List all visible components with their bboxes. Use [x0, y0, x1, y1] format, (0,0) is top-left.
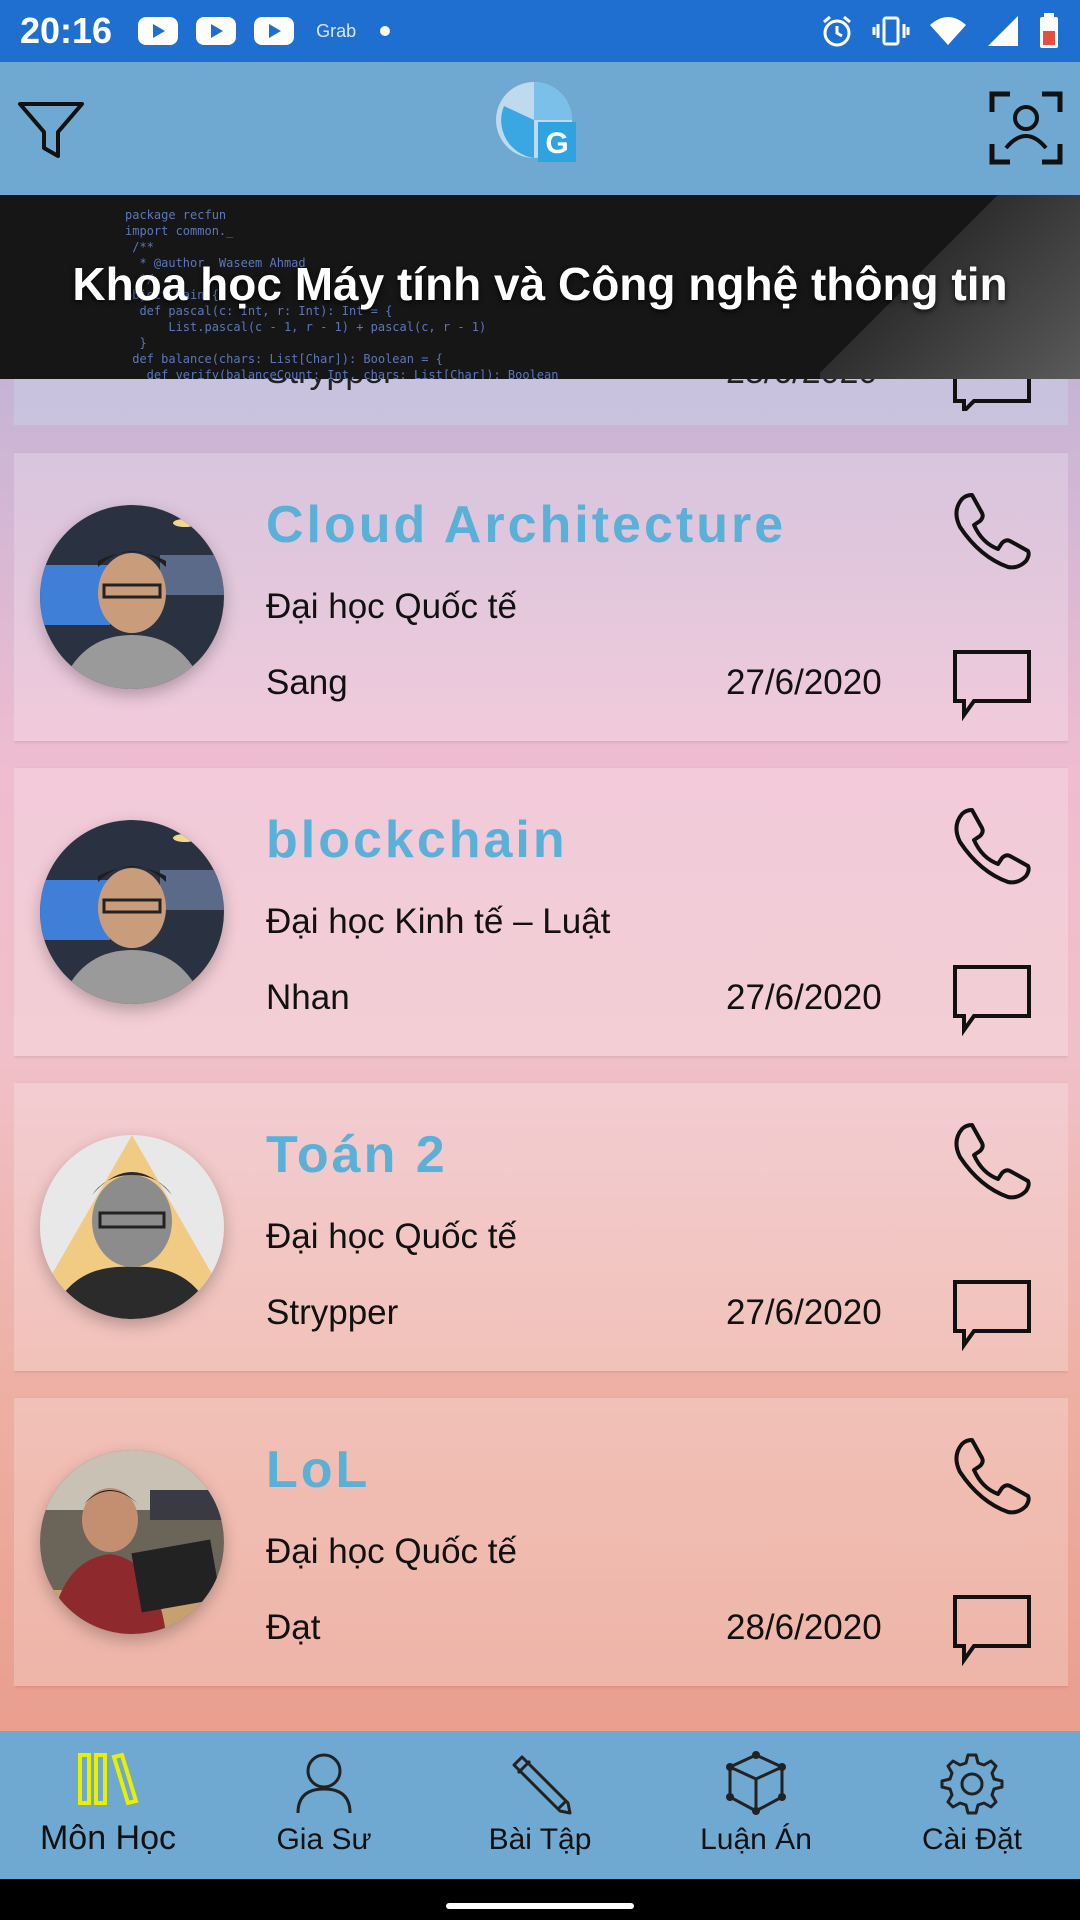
nav-item-luan-an[interactable]: Luận Án	[648, 1731, 864, 1879]
gear-icon	[940, 1753, 1004, 1815]
app-bar: G	[0, 62, 1080, 195]
grab-notification-icon: Grab	[316, 20, 357, 41]
home-gesture-handle[interactable]	[446, 1903, 634, 1909]
profile-scan-icon[interactable]	[988, 90, 1064, 166]
message-icon[interactable]	[952, 379, 1032, 411]
nav-item-mon-hoc[interactable]: Môn Học	[0, 1731, 216, 1879]
tutor-avatar	[40, 1135, 224, 1319]
course-school: Đại học Quốc tế	[266, 1532, 517, 1571]
course-date: 28/6/2020	[726, 1608, 882, 1647]
nav-label: Bài Tập	[488, 1823, 592, 1856]
course-subject: Cloud Architecture	[266, 496, 787, 554]
nav-label: Môn Học	[39, 1819, 177, 1857]
phone-icon[interactable]	[952, 491, 1032, 571]
person-icon	[296, 1753, 352, 1814]
nav-item-bai-tap[interactable]: Bài Tập	[432, 1731, 648, 1879]
nav-item-gia-su[interactable]: Gia Sư	[216, 1731, 432, 1879]
course-subject: blockchain	[266, 811, 568, 869]
tutor-avatar	[40, 505, 224, 689]
alarm-icon	[823, 15, 851, 47]
faculty-title: Khoa học Máy tính và Công nghệ thông tin	[72, 258, 1008, 310]
phone-icon[interactable]	[952, 806, 1032, 886]
message-icon[interactable]	[952, 1594, 1032, 1666]
phone-icon[interactable]	[952, 1436, 1032, 1516]
course-card[interactable]: Cloud Architecture Đại học Quốc tế Sang …	[14, 453, 1068, 741]
course-school: Đại học Kinh tế – Luật	[266, 902, 611, 941]
youtube-notification-icon	[254, 17, 295, 45]
message-icon[interactable]	[952, 964, 1032, 1036]
faculty-banner: package recfun import common._ /** * @au…	[0, 195, 1080, 379]
phone-icon[interactable]	[952, 1121, 1032, 1201]
pencil-icon	[512, 1755, 572, 1815]
more-notifications-dot	[380, 26, 391, 36]
course-date: 27/6/2020	[726, 1293, 882, 1332]
nav-label: Cài Đặt	[921, 1823, 1023, 1856]
tutor-name: Nhan	[266, 978, 350, 1017]
status-bar: 20:16 Grab	[0, 0, 1080, 62]
course-subject: LoL	[266, 1441, 371, 1499]
message-icon[interactable]	[952, 1279, 1032, 1351]
youtube-notification-icon	[196, 17, 237, 45]
vibrate-icon	[872, 16, 910, 46]
app-logo: G	[496, 82, 576, 162]
tutor-name: Sang	[266, 663, 348, 702]
course-card-partial[interactable]: Strypper 28/6/2020	[14, 379, 1068, 425]
course-date: 27/6/2020	[726, 663, 882, 702]
wifi-icon	[930, 17, 966, 45]
tutor-name: Đạt	[266, 1608, 321, 1647]
signal-icon	[988, 16, 1018, 46]
gesture-navigation-bar	[0, 1879, 1080, 1920]
filter-icon[interactable]	[16, 98, 86, 162]
bottom-navigation: Môn Học Gia Sư Bài Tập Luận Án Cài Đặt	[0, 1731, 1080, 1879]
battery-icon	[1040, 13, 1058, 48]
tutor-name: Strypper	[266, 379, 395, 392]
course-school: Đại học Quốc tế	[266, 1217, 517, 1256]
nav-label: Gia Sư	[276, 1823, 372, 1856]
course-card[interactable]: LoL Đại học Quốc tế Đạt 28/6/2020	[14, 1398, 1068, 1686]
course-card[interactable]: blockchain Đại học Kinh tế – Luật Nhan 2…	[14, 768, 1068, 1056]
course-date: 27/6/2020	[726, 978, 882, 1017]
cube-icon	[726, 1751, 786, 1815]
nav-item-cai-dat[interactable]: Cài Đặt	[864, 1731, 1080, 1879]
youtube-notification-icon	[138, 17, 179, 45]
nav-label: Luận Án	[700, 1823, 812, 1856]
tutor-avatar	[40, 1450, 224, 1634]
course-date: 28/6/2020	[726, 379, 877, 392]
course-card[interactable]: Toán 2 Đại học Quốc tế Strypper 27/6/202…	[14, 1083, 1068, 1371]
tutor-avatar	[40, 820, 224, 1004]
course-subject: Toán 2	[266, 1126, 448, 1184]
course-school: Đại học Quốc tế	[266, 587, 517, 626]
message-icon[interactable]	[952, 649, 1032, 721]
svg-text:G: G	[545, 127, 568, 160]
status-time: 20:16	[20, 10, 113, 51]
tutor-name: Strypper	[266, 1293, 399, 1332]
books-icon	[78, 1752, 139, 1806]
course-list[interactable]: Strypper 28/6/2020 Cloud Architecture Đạ…	[14, 379, 1068, 1731]
